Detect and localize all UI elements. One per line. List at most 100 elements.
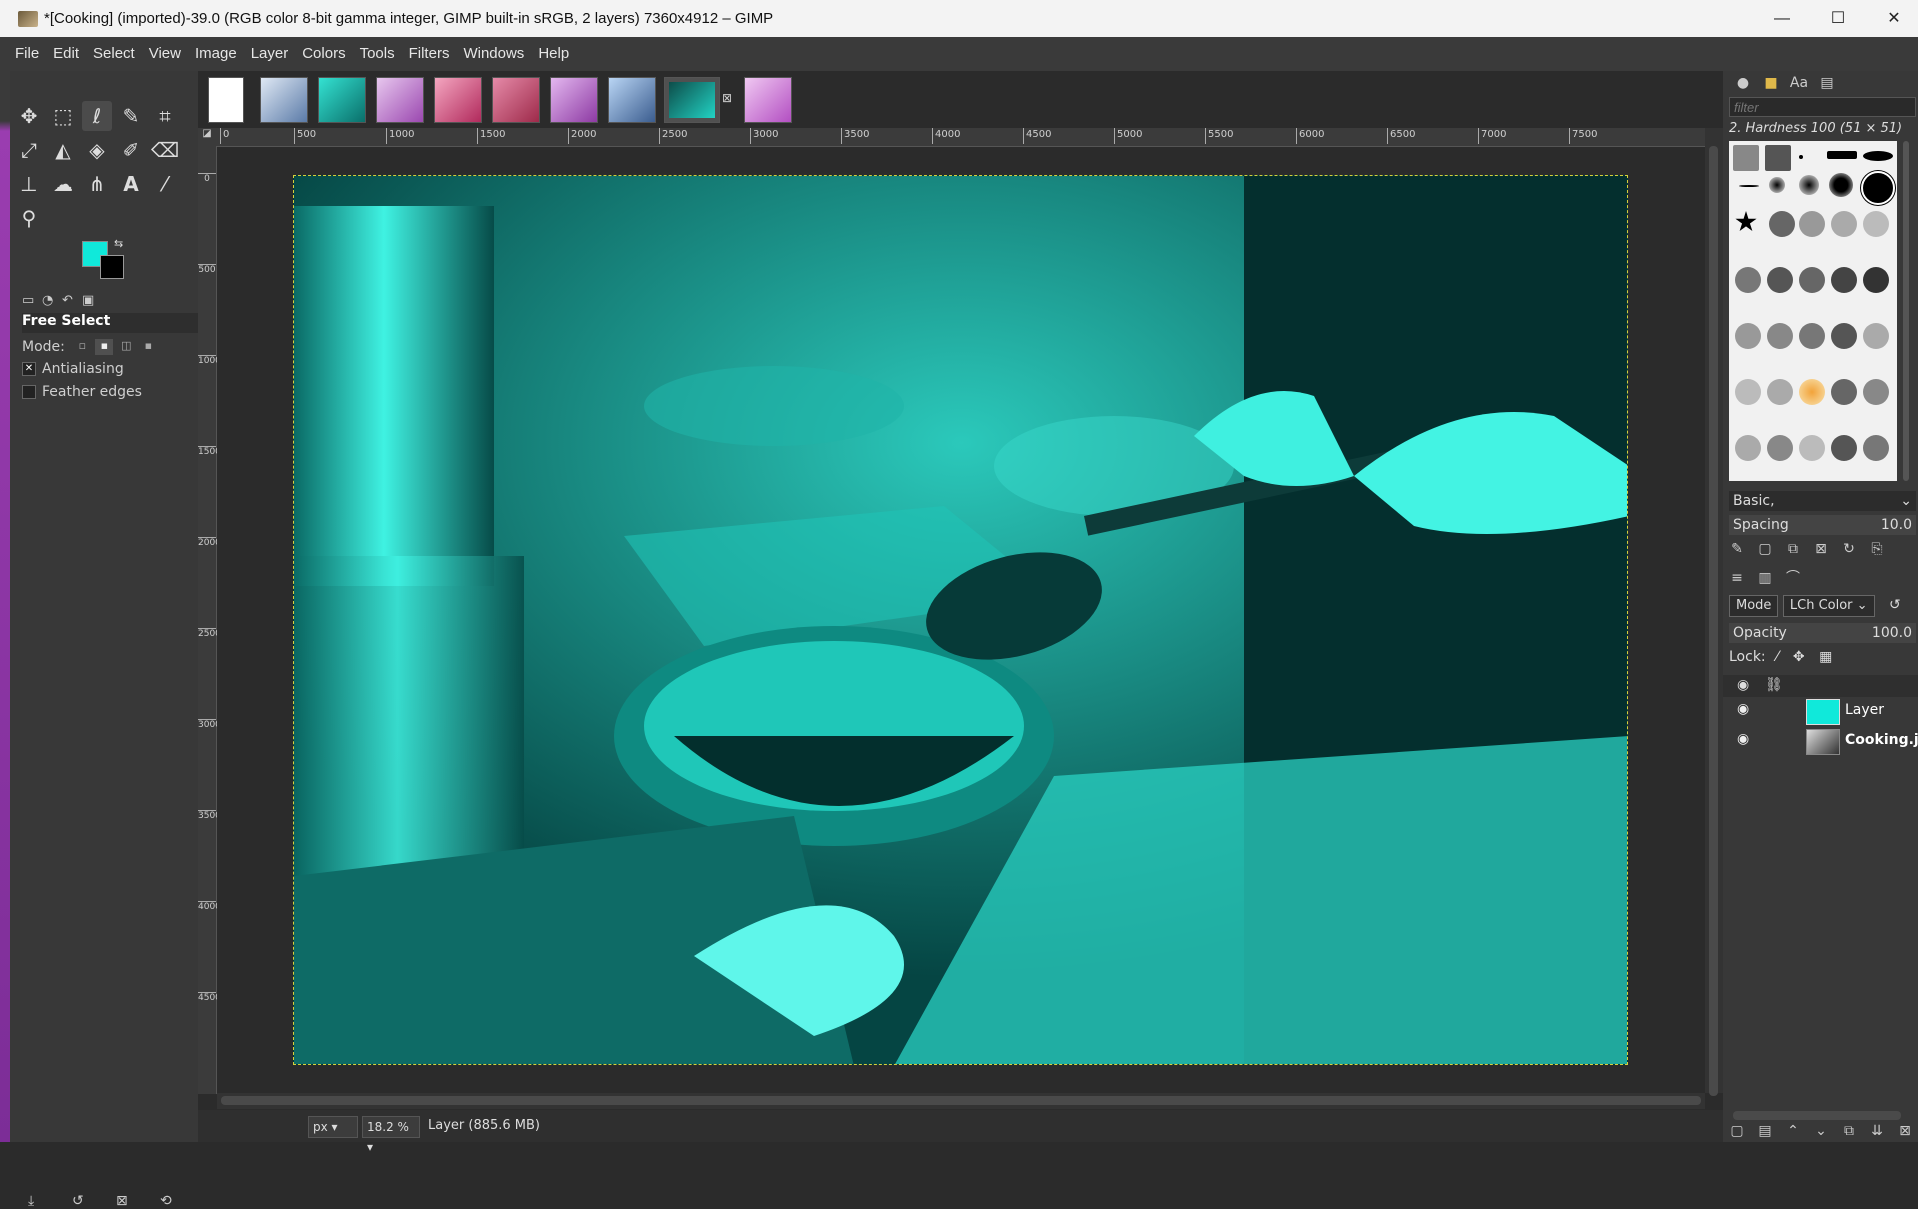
undo-history-tab-icon[interactable]: ↶ <box>62 293 82 308</box>
new-brush-icon[interactable]: ▢ <box>1751 541 1779 557</box>
image-tab[interactable] <box>260 77 308 123</box>
transform-tool-icon[interactable]: ⤢ <box>14 135 44 165</box>
menu-tools[interactable]: Tools <box>353 37 402 71</box>
layers-hscroll[interactable] <box>1733 1111 1901 1120</box>
antialiasing-checkbox[interactable]: ✕ <box>22 362 36 376</box>
spacing-slider[interactable]: Spacing 10.0 <box>1729 515 1916 535</box>
images-tab-icon[interactable]: ▣ <box>82 293 102 308</box>
image-tab[interactable] <box>492 77 540 123</box>
layer-row[interactable]: ◉ Cooking.jp <box>1723 727 1918 755</box>
vertical-scroll-thumb[interactable] <box>1709 146 1718 1096</box>
brush-swatch[interactable] <box>1827 151 1857 159</box>
zoom-tool-icon[interactable]: ⚲ <box>14 203 44 233</box>
lock-position-icon[interactable]: ✥ <box>1793 649 1805 665</box>
brush-swatch[interactable] <box>1733 145 1759 171</box>
vertical-scrollbar[interactable] <box>1705 128 1723 1096</box>
brush-swatch[interactable] <box>1829 173 1853 197</box>
paths-tool-icon[interactable]: ⋔ <box>82 169 112 199</box>
brush-filter-input[interactable] <box>1729 97 1916 117</box>
visibility-eye-icon[interactable]: ◉ <box>1737 731 1749 747</box>
delete-options-icon[interactable]: ⊠ <box>116 1193 128 1209</box>
brush-swatch[interactable] <box>1863 435 1889 461</box>
image-tab[interactable] <box>208 77 244 123</box>
image-tab[interactable] <box>550 77 598 123</box>
device-status-tab-icon[interactable]: ◔ <box>42 293 62 308</box>
free-select-tool-icon[interactable]: ℓ <box>82 101 112 131</box>
warp-tool-icon[interactable]: ◭ <box>48 135 78 165</box>
layer-mode-select[interactable]: LCh Color ⌄ <box>1782 595 1875 617</box>
clone-tool-icon[interactable]: ⊥ <box>14 169 44 199</box>
brush-swatch[interactable] <box>1799 323 1825 349</box>
brush-swatch[interactable] <box>1799 175 1819 195</box>
brush-swatch[interactable] <box>1735 435 1761 461</box>
vertical-ruler[interactable]: 0 500 1000 1500 2000 2500 3000 3500 4000… <box>198 146 221 1094</box>
image-tab[interactable] <box>376 77 424 123</box>
opacity-slider[interactable]: Opacity 100.0 <box>1729 623 1916 643</box>
menu-edit[interactable]: Edit <box>46 37 86 71</box>
reset-mode-icon[interactable]: ↺ <box>1889 597 1901 613</box>
mode-add-button[interactable]: ▪ <box>95 339 114 355</box>
open-brush-icon[interactable]: ⎘ <box>1863 541 1891 557</box>
menu-view[interactable]: View <box>142 37 188 71</box>
menu-layer[interactable]: Layer <box>244 37 296 71</box>
duplicate-brush-icon[interactable]: ⧉ <box>1779 541 1807 557</box>
brush-swatch[interactable] <box>1799 267 1825 293</box>
brush-swatch[interactable] <box>1767 267 1793 293</box>
lower-layer-icon[interactable]: ⌄ <box>1807 1123 1835 1139</box>
ruler-corner[interactable]: ◪ <box>198 128 216 146</box>
image-canvas[interactable] <box>293 175 1628 1065</box>
mode-replace-button[interactable]: ▫ <box>73 339 91 355</box>
brush-swatch[interactable] <box>1863 379 1889 405</box>
lock-pixels-icon[interactable]: ⁄ <box>1776 649 1778 665</box>
brush-swatch[interactable] <box>1863 267 1889 293</box>
brush-swatch[interactable] <box>1831 435 1857 461</box>
brush-swatch[interactable] <box>1863 151 1893 161</box>
brush-swatch[interactable] <box>1799 435 1825 461</box>
restore-options-icon[interactable]: ↺ <box>72 1193 84 1209</box>
brush-swatch[interactable] <box>1831 211 1857 237</box>
channels-tab-icon[interactable]: ▥ <box>1751 570 1779 586</box>
minimize-button[interactable]: — <box>1754 0 1810 37</box>
image-tab[interactable] <box>744 77 792 123</box>
layer-row[interactable]: ◉ Layer <box>1723 697 1918 725</box>
brush-swatch-selected[interactable] <box>1861 171 1895 205</box>
brush-swatch[interactable] <box>1735 211 1757 232</box>
tool-options-tab-icon[interactable]: ▭ <box>22 293 42 308</box>
reset-options-icon[interactable]: ⟲ <box>160 1193 172 1209</box>
eraser-tool-icon[interactable]: ⌫ <box>150 135 180 165</box>
color-picker-tool-icon[interactable]: ⁄ <box>150 169 180 199</box>
bucket-fill-tool-icon[interactable]: ◈ <box>82 135 112 165</box>
menu-image[interactable]: Image <box>188 37 244 71</box>
delete-brush-icon[interactable]: ⊠ <box>1807 541 1835 557</box>
merge-layer-icon[interactable]: ⇊ <box>1863 1123 1891 1139</box>
swap-colors-icon[interactable]: ⇆ <box>114 237 123 250</box>
brush-swatch[interactable] <box>1831 267 1857 293</box>
brush-scrollbar[interactable] <box>1903 141 1909 481</box>
menu-colors[interactable]: Colors <box>295 37 352 71</box>
move-tool-icon[interactable]: ✥ <box>14 101 44 131</box>
fonts-tab-icon[interactable]: Aa <box>1785 75 1813 91</box>
mode-intersect-button[interactable]: ▪ <box>139 339 157 355</box>
image-tab[interactable] <box>608 77 656 123</box>
menu-select[interactable]: Select <box>86 37 142 71</box>
brush-swatch[interactable] <box>1767 379 1793 405</box>
maximize-button[interactable]: ☐ <box>1810 0 1866 37</box>
brush-swatch[interactable] <box>1769 211 1795 237</box>
close-button[interactable]: ✕ <box>1866 0 1918 37</box>
close-tab-icon[interactable]: ⊠ <box>722 91 732 105</box>
brush-swatch[interactable] <box>1735 323 1761 349</box>
new-layer-group-icon[interactable]: ▤ <box>1751 1123 1779 1139</box>
new-layer-icon[interactable]: ▢ <box>1723 1123 1751 1139</box>
lock-alpha-icon[interactable]: ▦ <box>1819 649 1832 665</box>
duplicate-layer-icon[interactable]: ⧉ <box>1835 1123 1863 1139</box>
brush-swatch[interactable] <box>1863 323 1889 349</box>
mode-subtract-button[interactable]: ◫ <box>117 339 135 355</box>
brush-swatch[interactable] <box>1735 267 1761 293</box>
brush-swatch[interactable] <box>1765 145 1791 171</box>
image-tab-active[interactable] <box>664 77 720 123</box>
feather-edges-row[interactable]: Feather edges <box>22 384 142 400</box>
brush-swatch[interactable] <box>1769 177 1785 193</box>
patterns-tab-icon[interactable]: ■ <box>1757 75 1785 91</box>
brush-swatch[interactable] <box>1739 185 1759 187</box>
menu-file[interactable]: File <box>8 37 46 71</box>
